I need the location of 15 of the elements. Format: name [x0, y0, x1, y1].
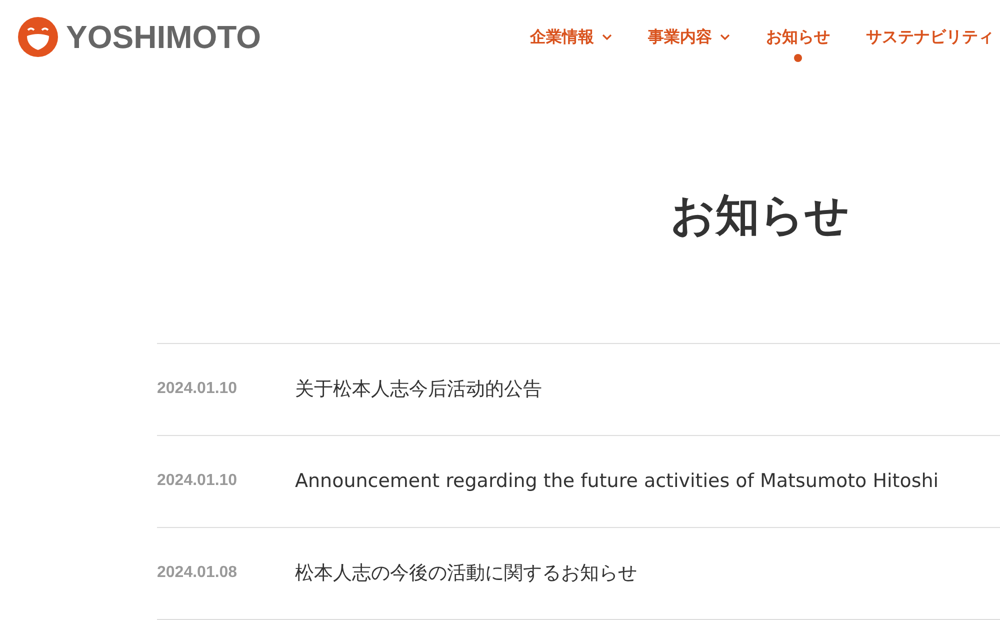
nav-link[interactable]: 企業情報 [530, 26, 612, 62]
smiling-face-logo-icon [18, 17, 58, 57]
logo-wordmark[interactable]: YOSHIMOTO [66, 18, 261, 56]
news-date: 2024.01.10 [157, 472, 238, 490]
page-title: お知らせ [670, 190, 850, 243]
nav-link[interactable]: サステナビリティ [866, 26, 994, 62]
news-link[interactable]: 松本人志の今後の活動に関するお知らせ [295, 560, 637, 586]
news-date: 2024.01.10 [157, 380, 238, 398]
chevron-down-icon [720, 34, 730, 40]
news-link[interactable]: 关于松本人志今后活动的公告 [295, 376, 542, 402]
news-link[interactable]: Announcement regarding the future activities of Matsumoto Hitoshi [295, 470, 939, 492]
chevron-down-icon [602, 34, 612, 40]
nav-link[interactable]: お知らせ [766, 26, 830, 62]
news-date: 2024.01.08 [157, 564, 238, 582]
nav-link[interactable]: 事業内容 [648, 26, 730, 62]
